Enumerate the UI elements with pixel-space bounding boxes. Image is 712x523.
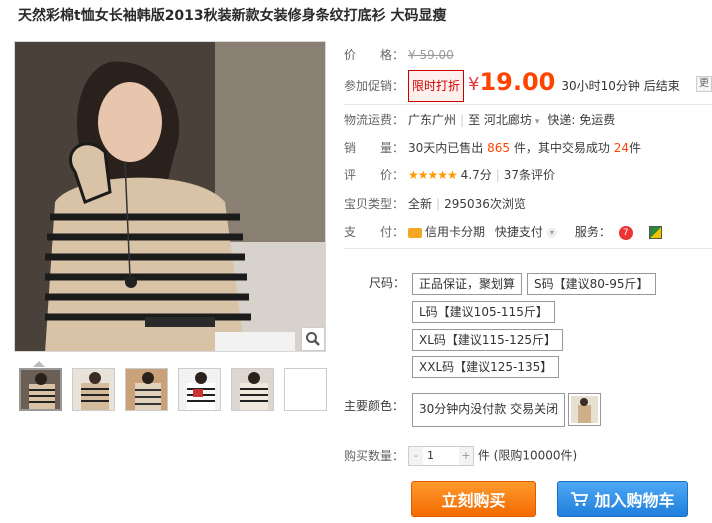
size-option-1[interactable]: 正品保证，聚划算 — [412, 273, 523, 295]
quantity-input[interactable]: 1 — [423, 447, 459, 465]
buy-now-button[interactable]: 立刻购买 — [411, 481, 536, 517]
thumbnail-2[interactable] — [72, 368, 115, 411]
promo-row: 参加促销： 限时打折 ¥19.00 30小时10分钟 后结束 — [344, 67, 680, 102]
add-to-cart-button[interactable]: 加入购物车 — [557, 481, 688, 517]
size-label: 尺码： — [369, 276, 406, 290]
payment-label: 支 付： — [344, 225, 405, 239]
currency-symbol: ¥ — [468, 74, 480, 95]
magnifier-icon — [306, 332, 320, 346]
model-photo — [15, 42, 325, 351]
chevron-down-icon[interactable]: ▾ — [535, 117, 540, 127]
service-label: 服务： — [574, 225, 611, 239]
quantity-minus-button[interactable]: - — [409, 447, 423, 465]
guarantee-icon[interactable] — [648, 226, 662, 239]
item-condition: 全新 — [408, 197, 433, 211]
sales-mid: 件，其中交易成功 — [513, 141, 610, 155]
rating-row: 评 价： ★★★★★ 4.7分 | 37条评价 — [344, 168, 556, 182]
credit-card-icon — [408, 227, 422, 238]
sold-count: 865 — [487, 141, 511, 155]
size-option-4[interactable]: XL码【建议115-125斤】 — [412, 329, 564, 351]
original-price-row: 价 格： ¥ 59.00 — [344, 46, 454, 63]
more-promo-button[interactable]: 更多 — [696, 76, 712, 92]
shipping-row: 物流运费： 广东广州 | 至 河北廊坊 ▾ 快递: 免运费 — [344, 113, 616, 127]
item-type-row: 宝贝类型： 全新 | 295036次浏览 — [344, 197, 526, 211]
size-option-2[interactable]: S码【建议80-95斤】 — [527, 273, 656, 295]
quantity-limit: 件 (限购10000件) — [477, 448, 578, 463]
view-count: 295036次浏览 — [444, 197, 526, 211]
thumbnail-1[interactable] — [19, 368, 62, 411]
color-swatch-thumbnail — [571, 396, 598, 423]
add-to-cart-label: 加入购物车 — [594, 491, 675, 510]
fast-pay[interactable]: 快捷支付 — [495, 225, 543, 239]
promo-countdown: 30小时10分钟 后结束 — [561, 79, 680, 93]
ship-to-selector[interactable]: 至 河北廊坊 — [468, 113, 532, 127]
quantity-label: 购买数量： — [344, 448, 405, 463]
ship-from: 广东广州 — [408, 113, 457, 127]
thumbnail-pointer — [33, 361, 45, 367]
zoom-button[interactable] — [301, 327, 325, 351]
size-option-5[interactable]: XXL码【建议125-135】 — [412, 356, 560, 378]
buy-now-label: 立刻购买 — [441, 491, 506, 510]
sales-suffix: 件 — [628, 141, 641, 155]
rating-score: 4.7分 — [460, 168, 492, 182]
cart-icon — [571, 492, 589, 506]
size-option-3[interactable]: L码【建议105-115斤】 — [412, 301, 555, 323]
promo-price: 19.00 — [479, 68, 556, 96]
sales-row: 销 量： 30天内已售出 865 件，其中交易成功 24件 — [344, 139, 641, 156]
credit-installment[interactable]: 信用卡分期 — [425, 225, 485, 239]
divider — [344, 104, 712, 105]
sales-label: 销 量： — [344, 141, 405, 155]
thumbnail-6[interactable] — [284, 368, 327, 411]
review-count-link[interactable]: 37条评价 — [504, 168, 555, 182]
rating-label: 评 价： — [344, 168, 405, 182]
express-fee: 快递: 免运费 — [547, 113, 616, 127]
color-option-text[interactable]: 30分钟内没付款 交易关闭 — [412, 393, 566, 427]
seven-day-return-icon[interactable]: 7 — [618, 225, 633, 240]
item-type-label: 宝贝类型： — [344, 197, 405, 211]
rating-stars: ★★★★★ — [408, 168, 458, 182]
thumbnail-5[interactable] — [231, 368, 274, 411]
success-count: 24 — [613, 141, 629, 155]
product-title: 天然彩棉t恤女长袖韩版2013秋装新款女装修身条纹打底衫 大码显瘦 — [18, 8, 447, 24]
chevron-down-icon[interactable]: ▾ — [546, 227, 557, 238]
payment-row: 支 付： 信用卡分期 快捷支付 ▾ 服务： 7 — [344, 223, 662, 240]
promo-label: 参加促销： — [344, 79, 405, 93]
thumbnail-4[interactable] — [178, 368, 221, 411]
shipping-label: 物流运费： — [344, 113, 405, 127]
main-product-image[interactable] — [14, 41, 326, 352]
quantity-row: 购买数量： -1 + 件 (限购10000件) — [344, 446, 577, 466]
divider — [344, 248, 712, 249]
price-label: 价 格： — [344, 48, 405, 62]
thumbnail-strip — [19, 368, 327, 411]
original-price: ¥ 59.00 — [408, 48, 454, 62]
promo-tag: 限时打折 — [408, 70, 465, 102]
color-option-image[interactable] — [568, 393, 601, 426]
quantity-stepper: -1 + — [408, 446, 474, 466]
quantity-plus-button[interactable]: + — [459, 447, 473, 465]
color-label: 主要颜色： — [344, 399, 405, 413]
thumbnail-3[interactable] — [125, 368, 168, 411]
sales-prefix: 30天内已售出 — [408, 141, 484, 155]
